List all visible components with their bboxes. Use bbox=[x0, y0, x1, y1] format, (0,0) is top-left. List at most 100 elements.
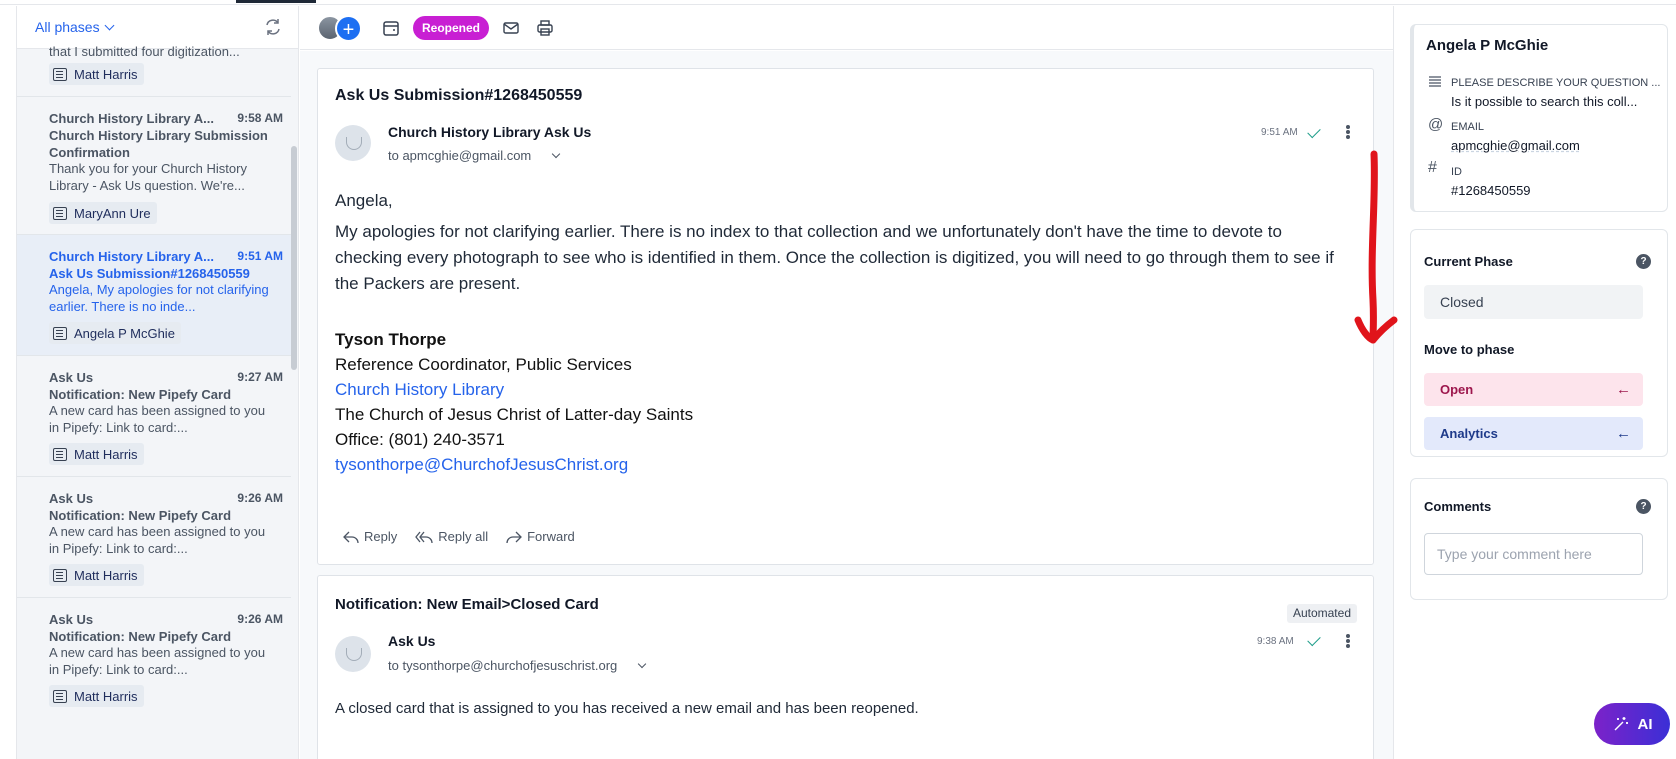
signature-email-link[interactable]: tysonthorpe@ChurchofJesusChrist.org bbox=[335, 452, 693, 477]
add-member-icon[interactable]: + bbox=[335, 15, 362, 42]
forward-button[interactable]: Forward bbox=[506, 529, 575, 544]
email-body: A closed card that is assigned to you ha… bbox=[335, 700, 919, 717]
list-item[interactable]: Ask Us 9:26 AM Notification: New Pipefy … bbox=[17, 598, 291, 759]
item-preview: Thank you for your Church History Librar… bbox=[49, 161, 247, 193]
reply-icon bbox=[343, 531, 359, 543]
item-time: 9:26 AM bbox=[237, 612, 283, 626]
sender-name: Church History Library Ask Us bbox=[388, 124, 592, 140]
chevron-down-icon[interactable] bbox=[552, 149, 561, 159]
active-tab-indicator bbox=[236, 0, 316, 3]
item-from: Church History Library A... bbox=[49, 111, 214, 126]
assignee-tag: Matt Harris bbox=[49, 685, 144, 707]
question-label: PLEASE DESCRIBE YOUR QUESTION ... bbox=[1451, 77, 1661, 89]
signature-org-link[interactable]: Church History Library bbox=[335, 377, 693, 402]
reply-all-button[interactable]: Reply all bbox=[415, 529, 488, 544]
tag-label: Matt Harris bbox=[74, 688, 138, 704]
message-time: 9:38 AM bbox=[1257, 636, 1294, 647]
list-item[interactable]: Church History Library A... 9:58 AM Chur… bbox=[17, 97, 291, 235]
list-item-selected[interactable]: Church History Library A... 9:51 AM Ask … bbox=[17, 235, 291, 356]
item-subject: Ask Us Submission#1268450559 bbox=[49, 266, 250, 281]
print-icon[interactable] bbox=[536, 19, 554, 37]
email-thread: Ask Us Submission#1268450559 Church Hist… bbox=[300, 51, 1393, 759]
email-label: EMAIL bbox=[1451, 121, 1485, 133]
at-sign-icon: @ bbox=[1428, 116, 1444, 133]
email-body: My apologies for not clarifying earlier.… bbox=[335, 222, 1334, 293]
document-icon bbox=[53, 326, 67, 340]
phases-label: All phases bbox=[35, 19, 100, 35]
comments-card: Comments ? bbox=[1410, 478, 1668, 600]
more-options-icon[interactable] bbox=[1346, 634, 1350, 638]
item-from: Ask Us bbox=[49, 491, 94, 506]
comment-input[interactable] bbox=[1424, 533, 1643, 575]
list-item[interactable]: Ask Us 9:27 AM Notification: New Pipefy … bbox=[17, 356, 291, 477]
signature-church: The Church of Jesus Christ of Latter-day… bbox=[335, 405, 694, 424]
hash-icon: # bbox=[1428, 159, 1437, 176]
message-time: 9:51 AM bbox=[1261, 127, 1298, 138]
email-title: Ask Us Submission#1268450559 bbox=[335, 87, 583, 104]
email-card: Ask Us Submission#1268450559 Church Hist… bbox=[317, 68, 1374, 565]
reply-button[interactable]: Reply bbox=[343, 529, 397, 544]
mail-icon[interactable] bbox=[502, 19, 520, 37]
red-arrow-annotation-icon bbox=[1354, 150, 1398, 344]
top-border bbox=[0, 0, 1676, 5]
tag-label: Matt Harris bbox=[74, 567, 138, 583]
recipient-line[interactable]: to tysonthorpe@churchofjesuschrist.org bbox=[388, 658, 647, 673]
reply-all-label: Reply all bbox=[438, 529, 489, 544]
more-options-icon[interactable] bbox=[1346, 125, 1350, 129]
id-value: #1268450559 bbox=[1451, 183, 1531, 198]
email-actions: Reply Reply all Forward bbox=[343, 529, 575, 544]
move-to-phase-title: Move to phase bbox=[1424, 342, 1515, 357]
assignee-tag: Matt Harris bbox=[49, 63, 144, 85]
email-greeting: Angela, bbox=[335, 191, 393, 210]
all-phases-dropdown[interactable]: All phases bbox=[35, 19, 115, 35]
question-value: Is it possible to search this coll... bbox=[1451, 94, 1638, 109]
email-title: Notification: New Email>Closed Card bbox=[335, 596, 599, 613]
signature-office: Office: (801) 240-3571 bbox=[335, 430, 505, 449]
open-phase-label: Open bbox=[1440, 382, 1474, 397]
list-item[interactable]: Ask Us 9:26 AM Notification: New Pipefy … bbox=[17, 477, 291, 598]
item-from: Church History Library A... bbox=[49, 249, 214, 264]
list-item[interactable]: that I submitted four digitization... Ma… bbox=[17, 44, 291, 97]
item-preview: A new card has been assigned to you in P… bbox=[49, 524, 266, 556]
assignee-tag: Matt Harris bbox=[49, 564, 144, 586]
chevron-down-icon[interactable] bbox=[638, 659, 647, 669]
check-icon bbox=[1307, 124, 1321, 139]
item-preview: Angela, My apologies for not clarifying … bbox=[49, 282, 269, 314]
calendar-icon[interactable] bbox=[382, 19, 400, 37]
item-from: Ask Us bbox=[49, 370, 94, 385]
item-from: Ask Us bbox=[49, 612, 94, 627]
current-phase-title: Current Phase bbox=[1424, 254, 1513, 269]
recipient-line[interactable]: to apmcghie@gmail.com bbox=[388, 148, 561, 163]
card-details-panel: Angela P McGhie PLEASE DESCRIBE YOUR QUE… bbox=[1393, 6, 1676, 759]
sender-avatar-icon bbox=[335, 125, 371, 161]
card-toolbar: + Reopened bbox=[300, 6, 1393, 50]
move-to-open-button[interactable]: Open ← bbox=[1424, 373, 1643, 406]
document-icon bbox=[53, 206, 67, 220]
assignee-tag: Matt Harris bbox=[49, 443, 144, 465]
help-icon[interactable]: ? bbox=[1636, 499, 1651, 514]
move-to-analytics-button[interactable]: Analytics ← bbox=[1424, 417, 1643, 450]
item-subject: Church History Library Submission Confir… bbox=[49, 128, 268, 160]
refresh-icon[interactable] bbox=[263, 17, 283, 37]
document-icon bbox=[53, 689, 67, 703]
item-time: 9:27 AM bbox=[237, 370, 283, 384]
document-icon bbox=[53, 447, 67, 461]
item-time: 9:51 AM bbox=[237, 249, 283, 263]
item-preview: A new card has been assigned to you in P… bbox=[49, 645, 266, 677]
signature-name: Tyson Thorpe bbox=[335, 330, 447, 349]
item-time: 9:26 AM bbox=[237, 491, 283, 505]
list-scrollbar[interactable] bbox=[291, 146, 297, 370]
help-icon[interactable]: ? bbox=[1636, 254, 1651, 269]
assignee-tag: MaryAnn Ure bbox=[49, 202, 157, 224]
phase-card: Current Phase ? Closed Move to phase Ope… bbox=[1410, 229, 1668, 457]
item-preview: that I submitted four digitization... bbox=[49, 44, 240, 59]
item-subject: Notification: New Pipefy Card bbox=[49, 629, 232, 644]
email-value[interactable]: apmcghie@gmail.com bbox=[1451, 138, 1651, 153]
ai-assistant-button[interactable]: AI bbox=[1594, 703, 1670, 745]
item-preview: A new card has been assigned to you in P… bbox=[49, 403, 266, 435]
signature-role: Reference Coordinator, Public Services bbox=[335, 355, 632, 374]
analytics-phase-label: Analytics bbox=[1440, 426, 1498, 441]
tag-label: Matt Harris bbox=[74, 66, 138, 82]
arrow-left-icon: ← bbox=[1616, 425, 1631, 442]
status-badge[interactable]: Reopened bbox=[413, 16, 490, 40]
